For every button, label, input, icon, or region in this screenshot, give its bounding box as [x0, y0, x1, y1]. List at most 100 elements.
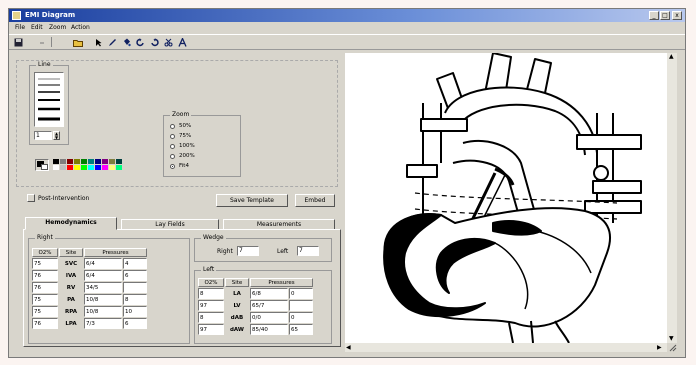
line-width-stepper[interactable]: ▲ ▼ — [53, 131, 60, 140]
save-template-button[interactable]: Save Template — [216, 194, 288, 207]
pressure-field[interactable]: 0/0 — [250, 312, 288, 323]
zoom-group-label: Zoom — [170, 111, 192, 118]
menu-zoom[interactable]: Zoom — [49, 24, 66, 31]
menu-bar: File Edit Zoom Action — [9, 23, 685, 33]
tab-hemodynamics[interactable]: Hemodynamics — [25, 217, 117, 230]
color-swatch[interactable] — [88, 165, 94, 170]
pressure-field[interactable]: 10/8 — [84, 306, 122, 317]
pressure-field[interactable]: 7/3 — [84, 318, 122, 329]
line-width-field[interactable]: 1 — [34, 131, 52, 140]
pressure-mean-field[interactable]: 10 — [123, 306, 147, 317]
color-swatch[interactable] — [53, 165, 59, 170]
maximize-button[interactable]: □ — [660, 11, 670, 20]
o2-field[interactable]: 97 — [198, 300, 224, 311]
horizontal-scrollbar[interactable]: ◀ ▶ — [345, 343, 667, 352]
color-swatch[interactable] — [60, 159, 66, 164]
pressure-mean-field[interactable] — [289, 300, 313, 311]
undo-icon[interactable] — [37, 37, 47, 47]
color-swatch[interactable] — [95, 159, 101, 164]
pressure-mean-field[interactable]: 65 — [289, 324, 313, 335]
pressure-mean-field[interactable]: 4 — [123, 258, 147, 269]
color-swatch[interactable] — [81, 159, 87, 164]
zoom-option-50[interactable]: 50% — [170, 122, 191, 130]
text-icon[interactable] — [177, 37, 187, 47]
minimize-button[interactable]: _ — [649, 11, 659, 20]
close-button[interactable]: x — [672, 11, 682, 20]
wedge-right-field[interactable]: 7 — [237, 246, 259, 256]
color-swatch[interactable] — [67, 159, 73, 164]
line-width-list[interactable] — [34, 72, 64, 127]
color-swatch[interactable] — [116, 165, 122, 170]
pressure-mean-field[interactable]: 8 — [123, 294, 147, 305]
pressure-field[interactable]: 34/5 — [84, 282, 122, 293]
pressure-field[interactable]: 65/7 — [250, 300, 288, 311]
o2-field[interactable]: 8 — [198, 312, 224, 323]
scissors-icon[interactable] — [163, 37, 173, 47]
color-swatch[interactable] — [102, 159, 108, 164]
fill-icon[interactable] — [121, 37, 131, 47]
wedge-group: Wedge Right 7 Left 7 — [194, 234, 332, 262]
pressure-field[interactable]: 6/4 — [84, 258, 122, 269]
color-swatch[interactable] — [95, 165, 101, 170]
color-swatch[interactable] — [109, 159, 115, 164]
scroll-left-icon[interactable]: ◀ — [346, 344, 351, 351]
color-swatch[interactable] — [109, 165, 115, 170]
pressure-field[interactable]: 6/4 — [84, 270, 122, 281]
o2-field[interactable]: 75 — [32, 258, 58, 269]
table-row: 75 RPA 10/8 10 — [32, 306, 147, 317]
hemodynamics-panel: Right O2% Site Pressures 75 SVC 6/4 4 76 IVA 6… — [23, 229, 341, 347]
o2-field[interactable]: 97 — [198, 324, 224, 335]
pressure-field[interactable]: 10/8 — [84, 294, 122, 305]
pressure-mean-field[interactable]: 6 — [123, 270, 147, 281]
resize-grip-icon[interactable] — [667, 343, 677, 352]
pressure-mean-field[interactable]: 0 — [289, 288, 313, 299]
scroll-up-icon[interactable]: ▲ — [669, 53, 674, 60]
o2-field[interactable]: 76 — [32, 282, 58, 293]
pencil-icon[interactable] — [107, 37, 117, 47]
zoom-option-label: 50% — [179, 123, 192, 129]
color-swatch[interactable] — [74, 165, 80, 170]
save-icon[interactable] — [13, 37, 23, 47]
color-swatch[interactable] — [88, 159, 94, 164]
current-color[interactable] — [35, 159, 49, 171]
zoom-option-200[interactable]: 200% — [170, 152, 195, 160]
post-intervention-checkbox[interactable] — [27, 194, 35, 202]
scroll-down-icon[interactable]: ▼ — [669, 335, 674, 342]
o2-field[interactable]: 8 — [198, 288, 224, 299]
o2-field[interactable]: 75 — [32, 306, 58, 317]
color-swatch[interactable] — [116, 159, 122, 164]
pressure-mean-field[interactable]: 6 — [123, 318, 147, 329]
zoom-option-fit[interactable]: Fit4 — [170, 162, 189, 170]
pressure-mean-field[interactable] — [123, 282, 147, 293]
color-swatch[interactable] — [67, 165, 73, 170]
wedge-left-field[interactable]: 7 — [297, 246, 319, 256]
open-folder-icon[interactable] — [73, 37, 83, 47]
o2-field[interactable]: 76 — [32, 270, 58, 281]
color-swatch[interactable] — [60, 165, 66, 170]
site-label: dAB — [230, 314, 244, 321]
zoom-option-100[interactable]: 100% — [170, 142, 195, 150]
color-swatch[interactable] — [81, 165, 87, 170]
pressure-field[interactable]: 6/8 — [250, 288, 288, 299]
color-swatch[interactable] — [74, 159, 80, 164]
embed-button[interactable]: Embed — [295, 194, 335, 207]
controls-pane: Line 1 ▲ ▼ Zoom 50% 75% 100% 200% Fit4 P… — [13, 53, 341, 353]
scroll-right-icon[interactable]: ▶ — [657, 344, 662, 351]
rotate-left-icon[interactable] — [135, 37, 145, 47]
o2-field[interactable]: 76 — [32, 318, 58, 329]
color-swatch[interactable] — [53, 159, 59, 164]
pressure-mean-field[interactable]: 0 — [289, 312, 313, 323]
color-swatch[interactable] — [102, 165, 108, 170]
menu-file[interactable]: File — [15, 24, 25, 31]
pressure-field[interactable]: 85/40 — [250, 324, 288, 335]
site-label: RV — [66, 284, 76, 291]
menu-edit[interactable]: Edit — [31, 24, 43, 31]
zoom-option-75[interactable]: 75% — [170, 132, 191, 140]
rotate-right-icon[interactable] — [149, 37, 159, 47]
vertical-scrollbar[interactable]: ▲ ▼ — [667, 53, 677, 343]
o2-field[interactable]: 75 — [32, 294, 58, 305]
line-group: Line 1 ▲ ▼ — [29, 61, 69, 145]
menu-action[interactable]: Action — [71, 24, 90, 31]
diagram-canvas[interactable] — [345, 52, 667, 344]
pointer-icon[interactable] — [93, 37, 103, 47]
